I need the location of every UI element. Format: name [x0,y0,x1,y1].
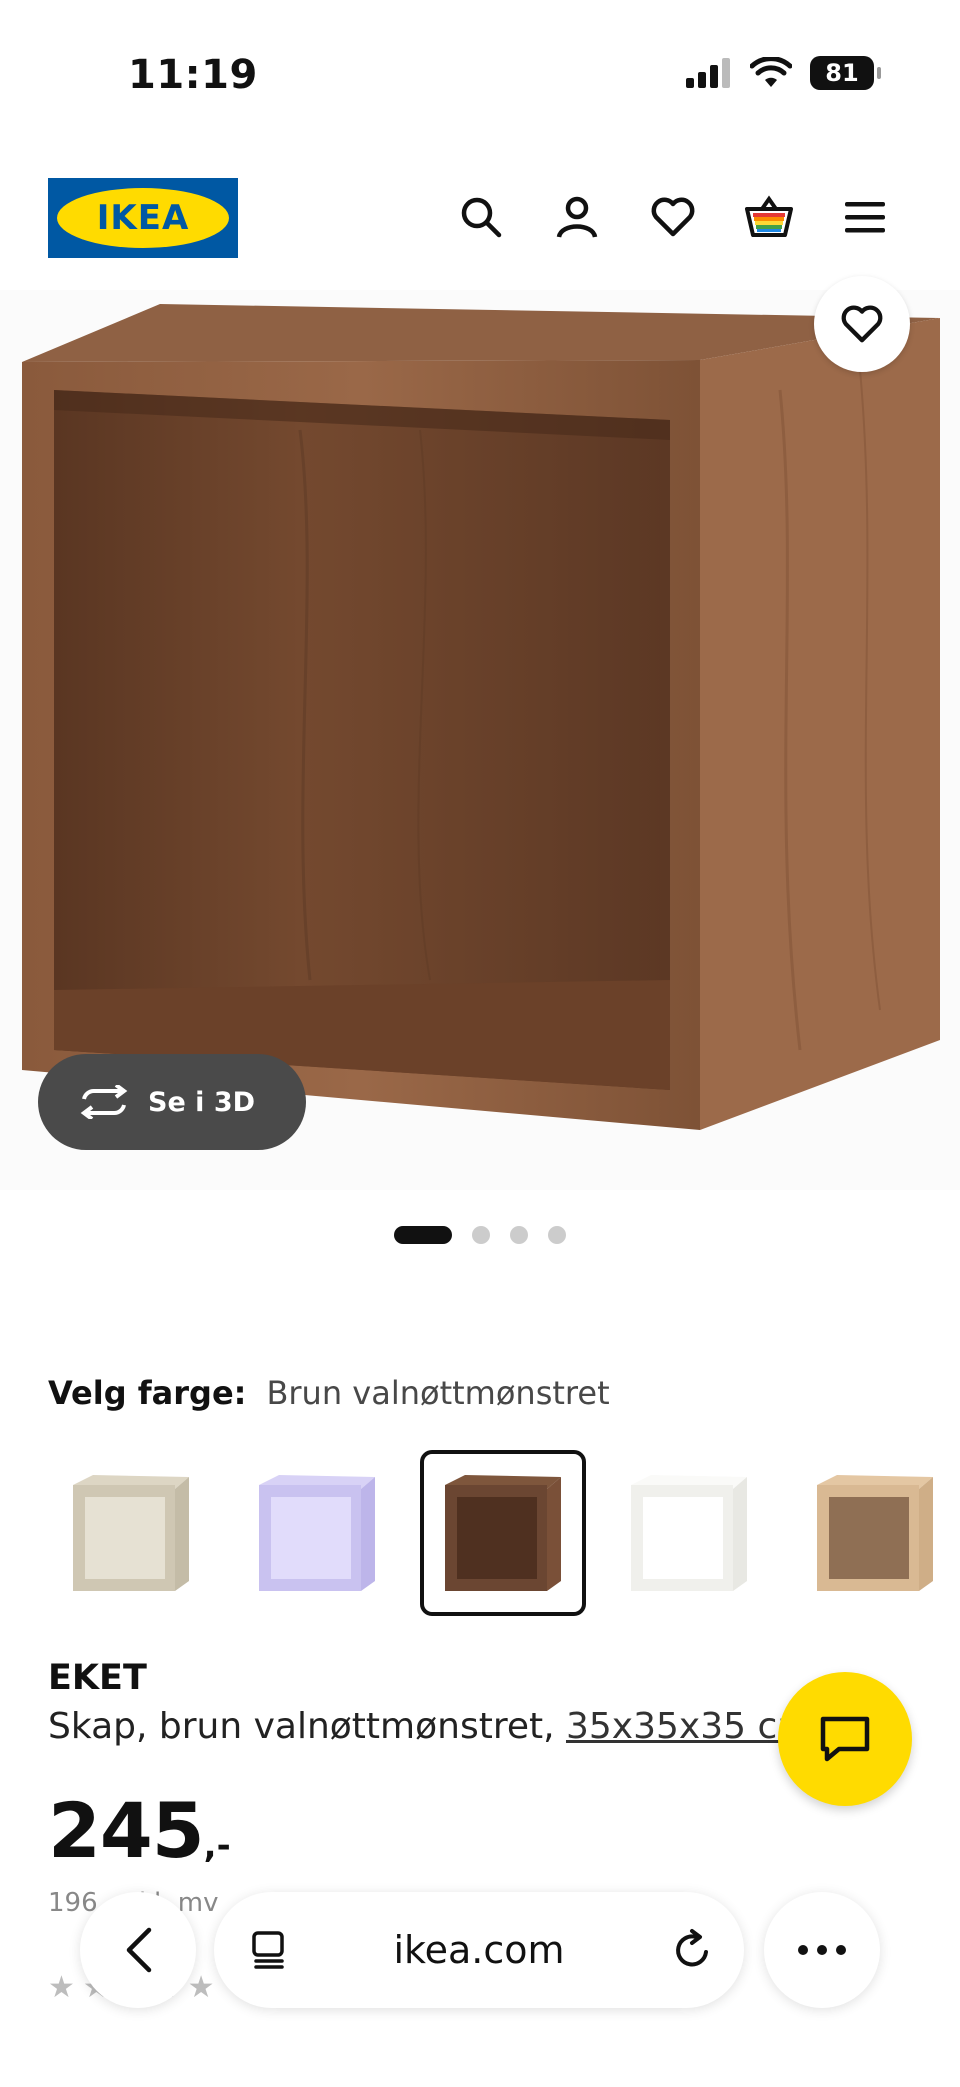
browser-more-button[interactable] [764,1892,880,2008]
carousel-dot[interactable] [394,1226,452,1244]
color-swatch-beige[interactable] [48,1450,214,1616]
logo-text: IKEA [57,188,229,248]
url-text: ikea.com [393,1928,565,1972]
carousel-dot[interactable] [510,1226,528,1244]
color-swatch-lilac[interactable] [234,1450,400,1616]
add-to-favorites-button[interactable] [814,276,910,372]
reload-icon[interactable] [670,1928,714,1972]
site-header: IKEA [0,170,960,264]
product-measurements-link[interactable]: 35x35x35 cm [566,1706,812,1747]
carousel-dot[interactable] [548,1226,566,1244]
product-name: EKET [48,1658,147,1698]
swatch-image [445,1475,561,1591]
swatch-image [259,1475,375,1591]
ikea-logo[interactable]: IKEA [48,178,238,258]
color-swatch-white[interactable] [606,1450,772,1616]
chevron-left-icon [126,1927,152,1973]
chat-button[interactable] [778,1672,912,1806]
color-swatch-oak[interactable] [792,1450,958,1616]
chat-bubble-icon [820,1716,870,1762]
cellular-signal-icon [686,58,730,88]
menu-icon[interactable] [840,192,890,242]
image-carousel-dots [0,1226,960,1244]
product-description: Skap, brun valnøttmønstret, 35x35x35 cm [48,1706,812,1747]
swatch-image [817,1475,933,1591]
ellipsis-icon [798,1945,846,1955]
carousel-dot[interactable] [472,1226,490,1244]
price-suffix: ,- [203,1826,231,1866]
battery-indicator: 81 [810,56,881,90]
status-time: 11:19 [128,52,258,98]
color-selector-label: Velg farge: Brun valnøttmønstret [48,1374,610,1412]
swatch-image [631,1475,747,1591]
product-type: Skap, brun valnøttmønstret, [48,1706,566,1747]
heart-icon [841,305,883,343]
product-price: 245 ,- [48,1786,231,1875]
swatch-image [73,1475,189,1591]
view-in-3d-button[interactable]: Se i 3D [38,1054,306,1150]
rotate-3d-icon [80,1085,128,1119]
view-in-3d-label: Se i 3D [148,1086,256,1118]
account-icon[interactable] [552,192,602,242]
cart-icon[interactable] [744,192,794,242]
wishlist-icon[interactable] [648,192,698,242]
price-value: 245 [48,1786,205,1875]
status-icons: 81 [686,56,881,90]
color-swatch-walnut[interactable] [420,1450,586,1616]
wifi-icon [750,57,792,87]
selected-color-name: Brun valnøttmønstret [266,1374,610,1412]
browser-back-button[interactable] [80,1892,196,2008]
color-label: Velg farge: [48,1374,247,1412]
browser-address-bar[interactable]: ikea.com [214,1892,744,2008]
search-icon[interactable] [456,192,506,242]
